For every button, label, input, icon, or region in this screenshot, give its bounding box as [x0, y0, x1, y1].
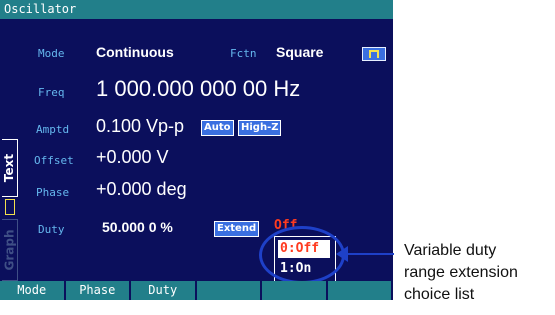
callout-text: Variable duty range extension choice lis… — [404, 240, 554, 306]
offset-value[interactable]: +0.000 V — [96, 147, 169, 168]
window-title: Oscillator — [0, 0, 393, 19]
amptd-value[interactable]: 0.100 Vp-p — [96, 116, 184, 137]
softkey-bar: Mode Phase Duty — [0, 281, 393, 300]
high-z-badge: High-Z — [238, 120, 282, 136]
mode-label: Mode — [38, 47, 65, 60]
tab-graph-label: Graph — [2, 229, 17, 271]
extend-badge: Extend — [214, 221, 260, 237]
oscillator-screen: Oscillator Text Graph Mode Continuous Fc… — [0, 0, 393, 300]
auto-badge: Auto — [201, 120, 234, 136]
softkey-duty[interactable]: Duty — [131, 281, 197, 300]
freq-value[interactable]: 1 000.000 000 00 Hz — [96, 76, 300, 102]
softkey-6[interactable] — [328, 281, 393, 300]
softkey-phase[interactable]: Phase — [66, 281, 131, 300]
tab-text-label: Text — [2, 153, 17, 183]
callout-arrow-icon — [336, 246, 348, 262]
fctn-value[interactable]: Square — [276, 44, 323, 60]
duty-value[interactable]: 50.000 0 % — [102, 219, 173, 235]
callout-line-1: Variable duty — [404, 242, 497, 259]
callout-line-3: choice list — [404, 286, 475, 303]
square-wave-icon — [362, 47, 386, 61]
softkey-mode[interactable]: Mode — [0, 281, 66, 300]
duty-label: Duty — [38, 223, 65, 236]
tab-indicator-icon — [5, 199, 15, 215]
softkey-4[interactable] — [197, 281, 262, 300]
side-tabs: Text Graph — [0, 19, 20, 281]
freq-label: Freq — [38, 86, 65, 99]
tab-graph[interactable]: Graph — [2, 219, 18, 281]
tab-text[interactable]: Text — [2, 139, 18, 197]
phase-label: Phase — [36, 186, 70, 199]
phase-value[interactable]: +0.000 deg — [96, 179, 187, 200]
fctn-label: Fctn — [230, 47, 257, 60]
callout-line-2: range extension — [404, 264, 518, 281]
offset-label: Offset — [34, 154, 74, 167]
highlight-ring — [259, 226, 345, 284]
mode-value[interactable]: Continuous — [96, 44, 174, 60]
softkey-5[interactable] — [262, 281, 328, 300]
amptd-label: Amptd — [36, 123, 70, 136]
